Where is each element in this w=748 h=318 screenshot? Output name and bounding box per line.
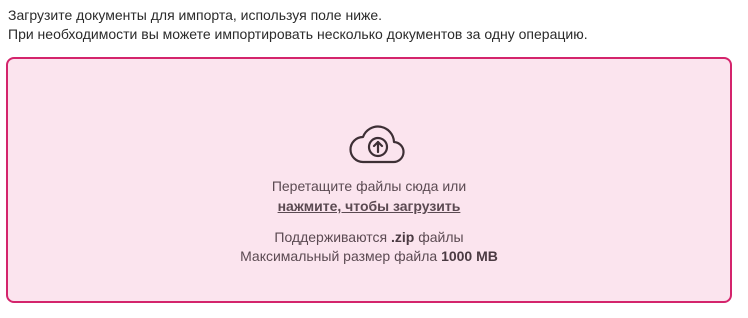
maxsize-prefix: Максимальный размер файла — [240, 248, 438, 264]
formats-value: .zip — [391, 229, 415, 245]
max-file-size: Максимальный размер файла 1000 MB — [8, 247, 730, 266]
maxsize-value: 1000 MB — [441, 248, 498, 264]
cloud-upload-icon — [349, 125, 405, 164]
formats-suffix: файлы — [418, 229, 464, 245]
file-dropzone[interactable]: Перетащите файлы сюда или нажмите, чтобы… — [6, 57, 732, 303]
formats-prefix: Поддерживаются — [274, 229, 388, 245]
supported-formats: Поддерживаются .zip файлы — [8, 228, 730, 247]
instructions-line-2: При необходимости вы можете импортироват… — [8, 26, 588, 42]
click-to-upload-link[interactable]: нажмите, чтобы загрузить — [278, 198, 461, 214]
drag-instruction: Перетащите файлы сюда или — [271, 178, 467, 194]
instructions-line-1: Загрузите документы для импорта, использ… — [8, 7, 383, 23]
instructions: Загрузите документы для импорта, использ… — [8, 6, 738, 44]
